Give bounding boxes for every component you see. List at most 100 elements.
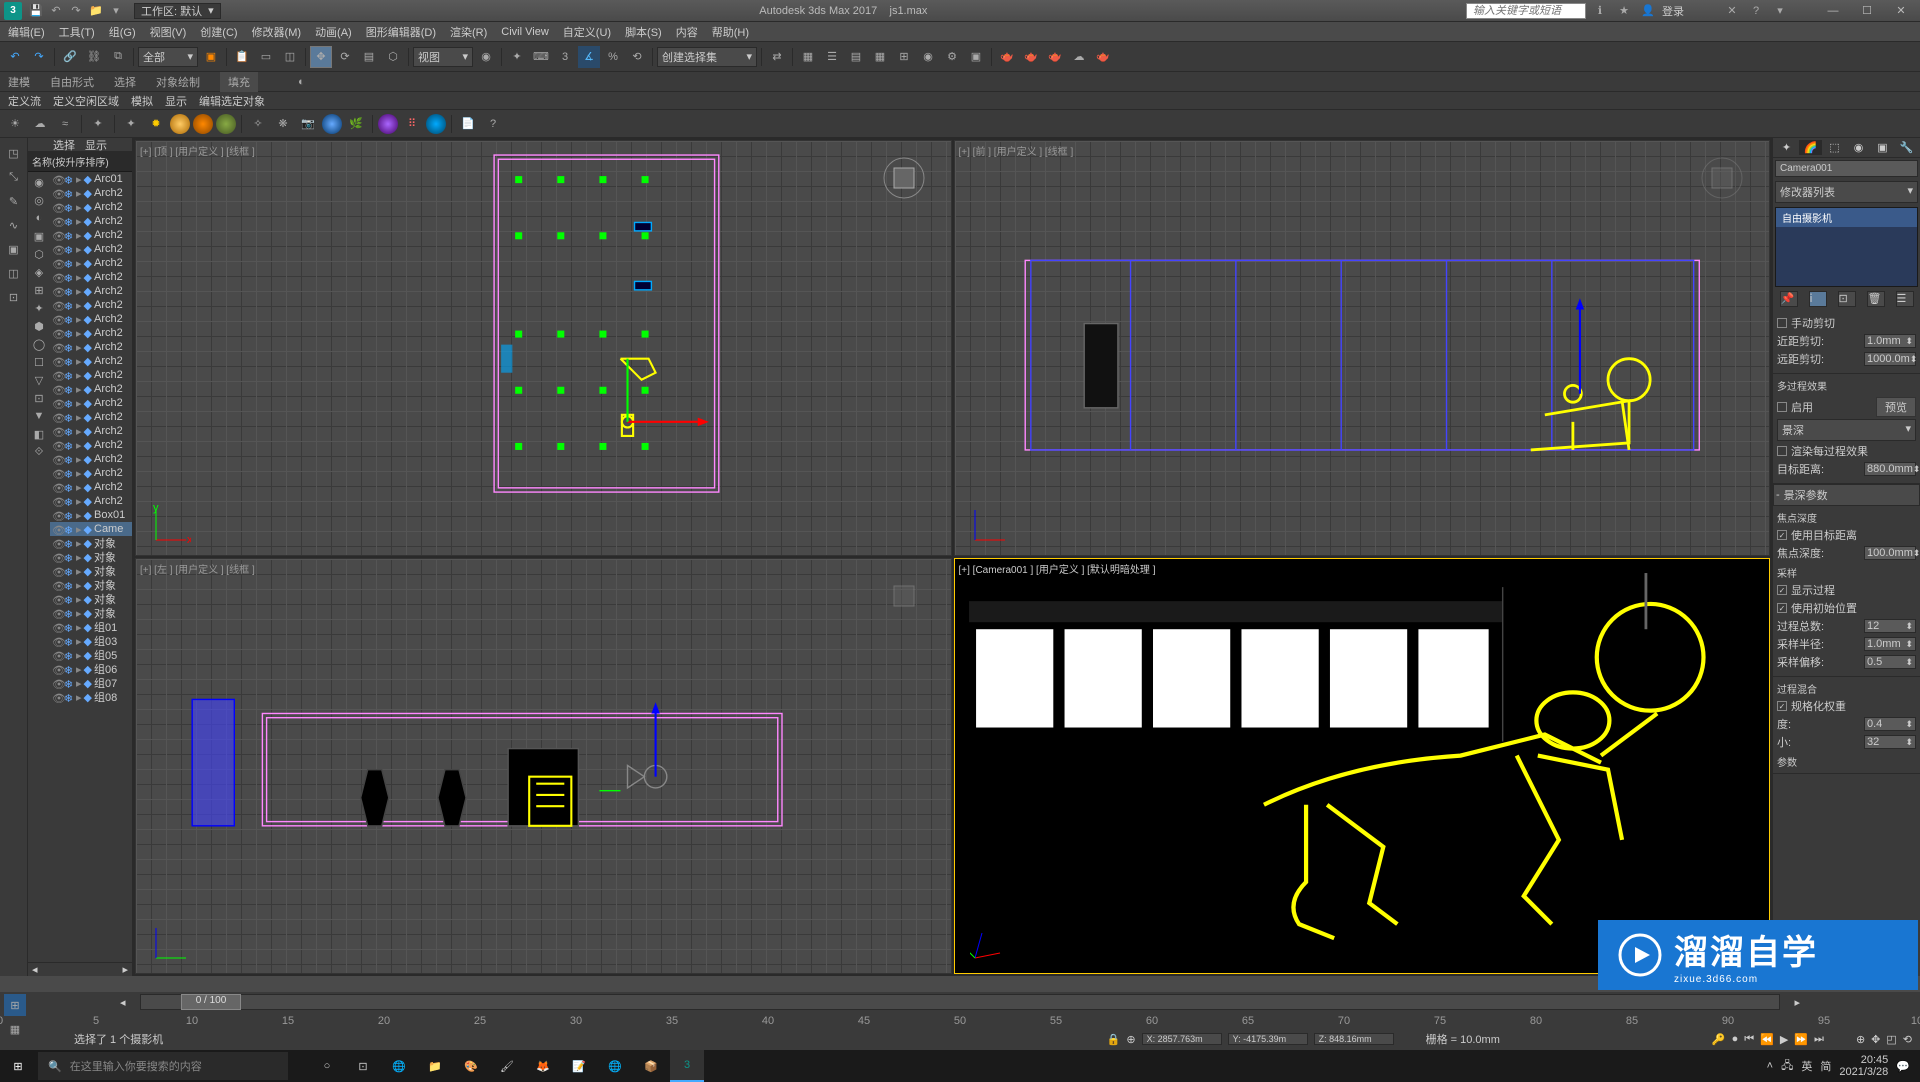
menu-views[interactable]: 视图(V) [150,24,187,40]
ribbon-modeling[interactable]: 建模 [8,74,30,90]
chk-normalize[interactable]: 规格化权重 [1791,698,1846,714]
nav-1-icon[interactable]: ⊕ [1856,1033,1865,1046]
cmd-modify-icon[interactable]: 🌈 [1799,140,1822,155]
sphere-orange-icon[interactable] [193,114,213,134]
tb-taskview-icon[interactable]: ⊡ [346,1050,380,1082]
teapot4-icon[interactable]: 🫖 [1092,46,1114,68]
teapot3-icon[interactable]: 🫖 [1044,46,1066,68]
qat-dropdown-icon[interactable]: ▾ [108,3,124,19]
sphere-blue-icon[interactable] [322,114,342,134]
workspace-selector[interactable]: 工作区: 默认▾ [134,3,221,19]
tree-item[interactable]: 👁❄▸◆Arch2 [50,326,132,340]
tree-item[interactable]: 👁❄▸◆Arch2 [50,410,132,424]
minimize-button[interactable]: — [1818,1,1848,21]
nav-3-icon[interactable]: ◰ [1886,1033,1896,1046]
se-nav-right-icon[interactable]: ▸ [122,963,128,976]
se-filter-13-icon[interactable]: ⊡ [31,390,47,406]
se-filter-16-icon[interactable]: ⟐ [31,444,47,460]
rotate-icon[interactable]: ⟳ [334,46,356,68]
sphere-cyan-icon[interactable] [426,114,446,134]
se-filter-7-icon[interactable]: ⊞ [31,282,47,298]
selection-filter[interactable]: 全部▾ [138,47,198,67]
fog-icon[interactable]: ≈ [54,113,76,135]
teapot2-icon[interactable]: 🫖 [1020,46,1042,68]
link-icon[interactable]: 🔗 [59,46,81,68]
se-filter-1-icon[interactable]: ◉ [31,174,47,190]
tree-item[interactable]: 👁❄▸◆Arch2 [50,200,132,214]
effect-combo[interactable]: 景深▾ [1777,419,1916,441]
spin-focal[interactable]: 100.0mm⬍ [1864,546,1916,560]
note-icon[interactable]: 📄 [457,113,479,135]
spin-bias[interactable]: 0.5⬍ [1864,655,1916,669]
tree-item[interactable]: 👁❄▸◆Arch2 [50,452,132,466]
menu-graph[interactable]: 图形编辑器(D) [366,24,436,40]
chk-enable[interactable]: 启用 [1791,399,1813,415]
window-crossing-icon[interactable]: ◫ [279,46,301,68]
tree-item[interactable]: 👁❄▸◆对象 [50,592,132,606]
cmd-hierarchy-icon[interactable]: ⬚ [1823,140,1846,155]
sub-idle[interactable]: 定义空闲区域 [53,93,119,109]
se-sort-header[interactable]: 名称(按升序排序) [28,152,132,172]
show-end-icon[interactable]: ⅰ [1809,291,1827,307]
move-icon[interactable]: ✥ [310,46,332,68]
app-icon[interactable]: 3 [4,2,22,20]
se-filter-4-icon[interactable]: ▣ [31,228,47,244]
tree-item[interactable]: 👁❄▸◆Arc01 [50,172,132,186]
menu-help[interactable]: 帮助(H) [712,24,749,40]
tree-item[interactable]: 👁❄▸◆组08 [50,690,132,704]
mirror-icon[interactable]: ⇄ [766,46,788,68]
tray-time[interactable]: 20:45 [1839,1054,1888,1066]
tree-item[interactable]: 👁❄▸◆Arch2 [50,228,132,242]
tree-item[interactable]: 👁❄▸◆Arch2 [50,480,132,494]
remove-icon[interactable]: 🗑 [1867,291,1885,307]
rollout-dof[interactable]: -景深参数 [1773,484,1920,506]
viewport-front[interactable]: [+] [前 ] [用户定义 ] [线框 ] [954,140,1771,556]
qat-save-icon[interactable]: 💾 [28,3,44,19]
material-icon[interactable]: ◉ [917,46,939,68]
chk-use-init[interactable]: 使用初始位置 [1791,600,1857,616]
se-filter-3-icon[interactable]: ◐ [31,210,47,226]
tree-item[interactable]: 👁❄▸◆Arch2 [50,270,132,284]
coord-y[interactable]: Y: -4175.39m [1228,1033,1308,1045]
tree-item[interactable]: 👁❄▸◆Arch2 [50,438,132,452]
cmd-display-icon[interactable]: ▣ [1871,140,1894,155]
tray-notif-icon[interactable]: 💬 [1896,1060,1910,1073]
tree-item[interactable]: 👁❄▸◆Arch2 [50,186,132,200]
menu-tools[interactable]: 工具(T) [59,24,95,40]
tree-item[interactable]: 👁❄▸◆组03 [50,634,132,648]
tree-item[interactable]: 👁❄▸◆Arch2 [50,256,132,270]
spin-far[interactable]: 1000.0m⬍ [1864,352,1916,366]
qat-undo-icon[interactable]: ↶ [48,3,64,19]
star-icon[interactable]: ★ [1616,3,1632,19]
tree-item[interactable]: 👁❄▸◆组07 [50,676,132,690]
menu-create[interactable]: 创建(C) [200,24,237,40]
se-filter-8-icon[interactable]: ✦ [31,300,47,316]
menu-render[interactable]: 渲染(R) [450,24,487,40]
bind-icon[interactable]: ⧉ [107,46,129,68]
tree-item[interactable]: 👁❄▸◆Arch2 [50,424,132,438]
taskbar-search[interactable]: 🔍 在这里输入你要搜索的内容 [38,1052,288,1080]
close-button[interactable]: ✕ [1886,1,1916,21]
coord-z[interactable]: Z: 848.16mm [1314,1033,1394,1045]
tray-ime[interactable]: 英 [1801,1058,1812,1074]
curve-editor-icon[interactable]: ▦ [869,46,891,68]
play-prev-icon[interactable]: ⏪ [1760,1033,1774,1046]
unique-icon[interactable]: ⊡ [1838,291,1856,307]
play-next-icon[interactable]: ⏩ [1794,1033,1808,1046]
se-filter-11-icon[interactable]: ☐ [31,354,47,370]
tree-item[interactable]: 👁❄▸◆Came [50,522,132,536]
tray-net-icon[interactable]: 🖧 [1781,1057,1793,1076]
lt-2-icon[interactable]: ⤡ [3,166,25,188]
se-filter-10-icon[interactable]: ◯ [31,336,47,352]
pivot-icon[interactable]: ◉ [475,46,497,68]
spin-near[interactable]: 1.0mm⬍ [1864,334,1916,348]
sub-edit[interactable]: 编辑选定对象 [199,93,265,109]
sphere-purple-icon[interactable] [378,114,398,134]
play-start-icon[interactable]: ⏮ [1744,1033,1754,1046]
scale-icon[interactable]: ▤ [358,46,380,68]
lt-3-icon[interactable]: ✎ [3,190,25,212]
qat-link-icon[interactable]: 📁 [88,3,104,19]
scene-tree[interactable]: 👁❄▸◆Arc01👁❄▸◆Arch2👁❄▸◆Arch2👁❄▸◆Arch2👁❄▸◆… [50,172,132,962]
config-icon[interactable]: ☰ [1896,291,1914,307]
play-icon[interactable]: ▶ [1780,1033,1788,1046]
